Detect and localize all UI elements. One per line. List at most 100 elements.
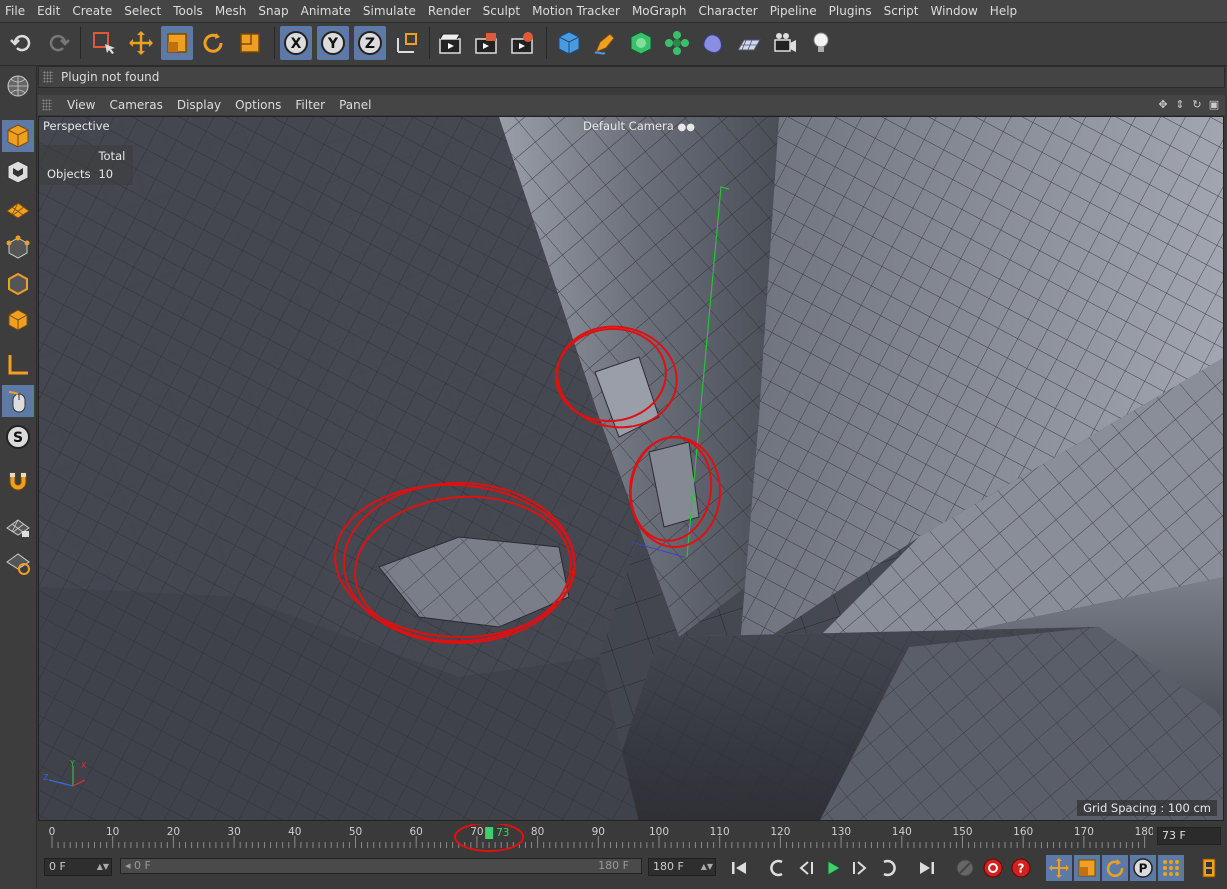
menu-render[interactable]: Render <box>422 0 477 22</box>
cube-button[interactable] <box>553 26 585 60</box>
x-axis-lock-button[interactable]: X <box>280 26 312 60</box>
cloner-button[interactable] <box>661 26 693 60</box>
camera-button[interactable] <box>769 26 801 60</box>
undo-button[interactable] <box>6 26 38 60</box>
subdivision-button[interactable] <box>625 26 657 60</box>
goto-end-button[interactable] <box>914 855 940 881</box>
axis-gizmo: Y X Z <box>43 759 87 787</box>
next-keyframe-button[interactable] <box>876 855 902 881</box>
render-view-button[interactable] <box>434 26 466 60</box>
timeline-ruler[interactable]: 0 10 20 30 40 50 60 70 80 90 100 110 120 130 140 150 160… <box>38 824 1153 852</box>
menu-create[interactable]: Create <box>66 0 118 22</box>
menu-pipeline[interactable]: Pipeline <box>764 0 823 22</box>
z-axis-lock-button[interactable]: Z <box>354 26 386 60</box>
menu-character[interactable]: Character <box>692 0 763 22</box>
camera-label[interactable]: Default Camera ●● <box>583 119 695 133</box>
viewport-menu-view[interactable]: View <box>60 98 102 112</box>
model-mode-button[interactable] <box>2 120 34 152</box>
tweak-mode-button[interactable] <box>2 385 34 417</box>
last-tool-button[interactable] <box>234 26 266 60</box>
menu-select[interactable]: Select <box>118 0 167 22</box>
live-selection-button[interactable] <box>88 26 120 60</box>
key-pla-button[interactable] <box>1158 855 1184 881</box>
frame-range-slider[interactable]: ◂ 0 F 180 F <box>120 858 642 874</box>
menu-simulate[interactable]: Simulate <box>357 0 422 22</box>
record-disabled-button[interactable] <box>952 855 978 881</box>
prev-frame-button[interactable] <box>792 855 818 881</box>
scale-tool-button[interactable] <box>161 26 193 60</box>
stepper-arrows-icon[interactable]: ▲▼ <box>701 859 713 875</box>
panel-grip[interactable] <box>43 71 53 83</box>
current-frame-field[interactable]: 73 F <box>1157 827 1221 845</box>
rotate-view-icon[interactable]: ↻ <box>1190 97 1204 111</box>
menu-tools[interactable]: Tools <box>167 0 209 22</box>
light-button[interactable] <box>805 26 837 60</box>
redo-button[interactable] <box>42 26 74 60</box>
key-scale-button[interactable] <box>1074 855 1100 881</box>
lock-workplane-button[interactable] <box>2 511 34 543</box>
scene-stats: Total Objects 10 <box>39 145 134 185</box>
y-axis-icon: Y <box>321 31 345 55</box>
pen-button[interactable] <box>589 26 621 60</box>
prev-key-icon <box>770 859 783 877</box>
menu-mograph[interactable]: MoGraph <box>626 0 693 22</box>
move-tool-button[interactable] <box>125 26 157 60</box>
menu-animate[interactable]: Animate <box>295 0 357 22</box>
key-rotation-button[interactable] <box>1102 855 1128 881</box>
rotate-tool-button[interactable] <box>197 26 229 60</box>
edges-mode-button[interactable] <box>2 268 34 300</box>
skip-end-icon <box>920 862 934 874</box>
zoom-view-icon[interactable]: ⇕ <box>1173 97 1187 111</box>
stepper-arrows-icon[interactable]: ▲▼ <box>97 859 109 875</box>
viewport-menu-options[interactable]: Options <box>228 98 288 112</box>
viewport-menu-cameras[interactable]: Cameras <box>102 98 169 112</box>
menu-help[interactable]: Help <box>984 0 1023 22</box>
menu-snap[interactable]: Snap <box>252 0 294 22</box>
menu-edit[interactable]: Edit <box>31 0 66 22</box>
min-frame-field[interactable]: 0 F ▲▼ <box>44 858 112 876</box>
coordinate-system-button[interactable] <box>391 26 423 60</box>
menu-file[interactable]: File <box>0 0 31 22</box>
menu-motion-tracker[interactable]: Motion Tracker <box>526 0 626 22</box>
timeline-window-button[interactable] <box>1196 855 1222 881</box>
make-editable-button[interactable] <box>2 70 34 102</box>
deformer-button[interactable] <box>697 26 729 60</box>
render-settings-button[interactable] <box>506 26 538 60</box>
prev-keyframe-button[interactable] <box>764 855 790 881</box>
floor-button[interactable] <box>733 26 765 60</box>
points-mode-button[interactable] <box>2 232 34 264</box>
pan-view-icon[interactable]: ✥ <box>1156 97 1170 111</box>
viewport-grip[interactable] <box>42 99 52 111</box>
record-key-button[interactable] <box>980 855 1006 881</box>
playhead-marker[interactable] <box>485 827 494 839</box>
next-frame-icon <box>853 861 867 875</box>
snap-button[interactable] <box>2 466 34 498</box>
menu-script[interactable]: Script <box>878 0 925 22</box>
pen-icon <box>594 33 615 55</box>
key-parameter-button[interactable]: P <box>1130 855 1156 881</box>
texture-mode-button[interactable] <box>2 156 34 188</box>
autokey-button[interactable]: ? <box>1008 855 1034 881</box>
play-button[interactable] <box>820 855 846 881</box>
menu-sculpt[interactable]: Sculpt <box>477 0 526 22</box>
next-frame-button[interactable] <box>848 855 874 881</box>
axis-mode-button[interactable] <box>2 349 34 381</box>
menu-plugins[interactable]: Plugins <box>823 0 878 22</box>
viewport-menu-panel[interactable]: Panel <box>332 98 378 112</box>
polygons-mode-button[interactable] <box>2 304 34 336</box>
toggle-view-icon[interactable]: ▣ <box>1207 97 1221 111</box>
max-frame-field[interactable]: 180 F ▲▼ <box>648 858 716 876</box>
3d-viewport[interactable]: Perspective Default Camera ●● Total Obje… <box>38 116 1224 821</box>
workplane-mode-button[interactable] <box>2 192 34 224</box>
solo-button[interactable]: S <box>2 421 34 453</box>
key-position-button[interactable] <box>1046 855 1072 881</box>
goto-start-button[interactable] <box>726 855 752 881</box>
viewport-menu-display[interactable]: Display <box>170 98 228 112</box>
menu-window[interactable]: Window <box>924 0 983 22</box>
planar-workplane-button[interactable] <box>2 547 34 579</box>
render-region-button[interactable] <box>470 26 502 60</box>
viewport-menu-filter[interactable]: Filter <box>288 98 332 112</box>
tool-icon <box>240 33 260 53</box>
menu-mesh[interactable]: Mesh <box>209 0 253 22</box>
y-axis-lock-button[interactable]: Y <box>317 26 349 60</box>
